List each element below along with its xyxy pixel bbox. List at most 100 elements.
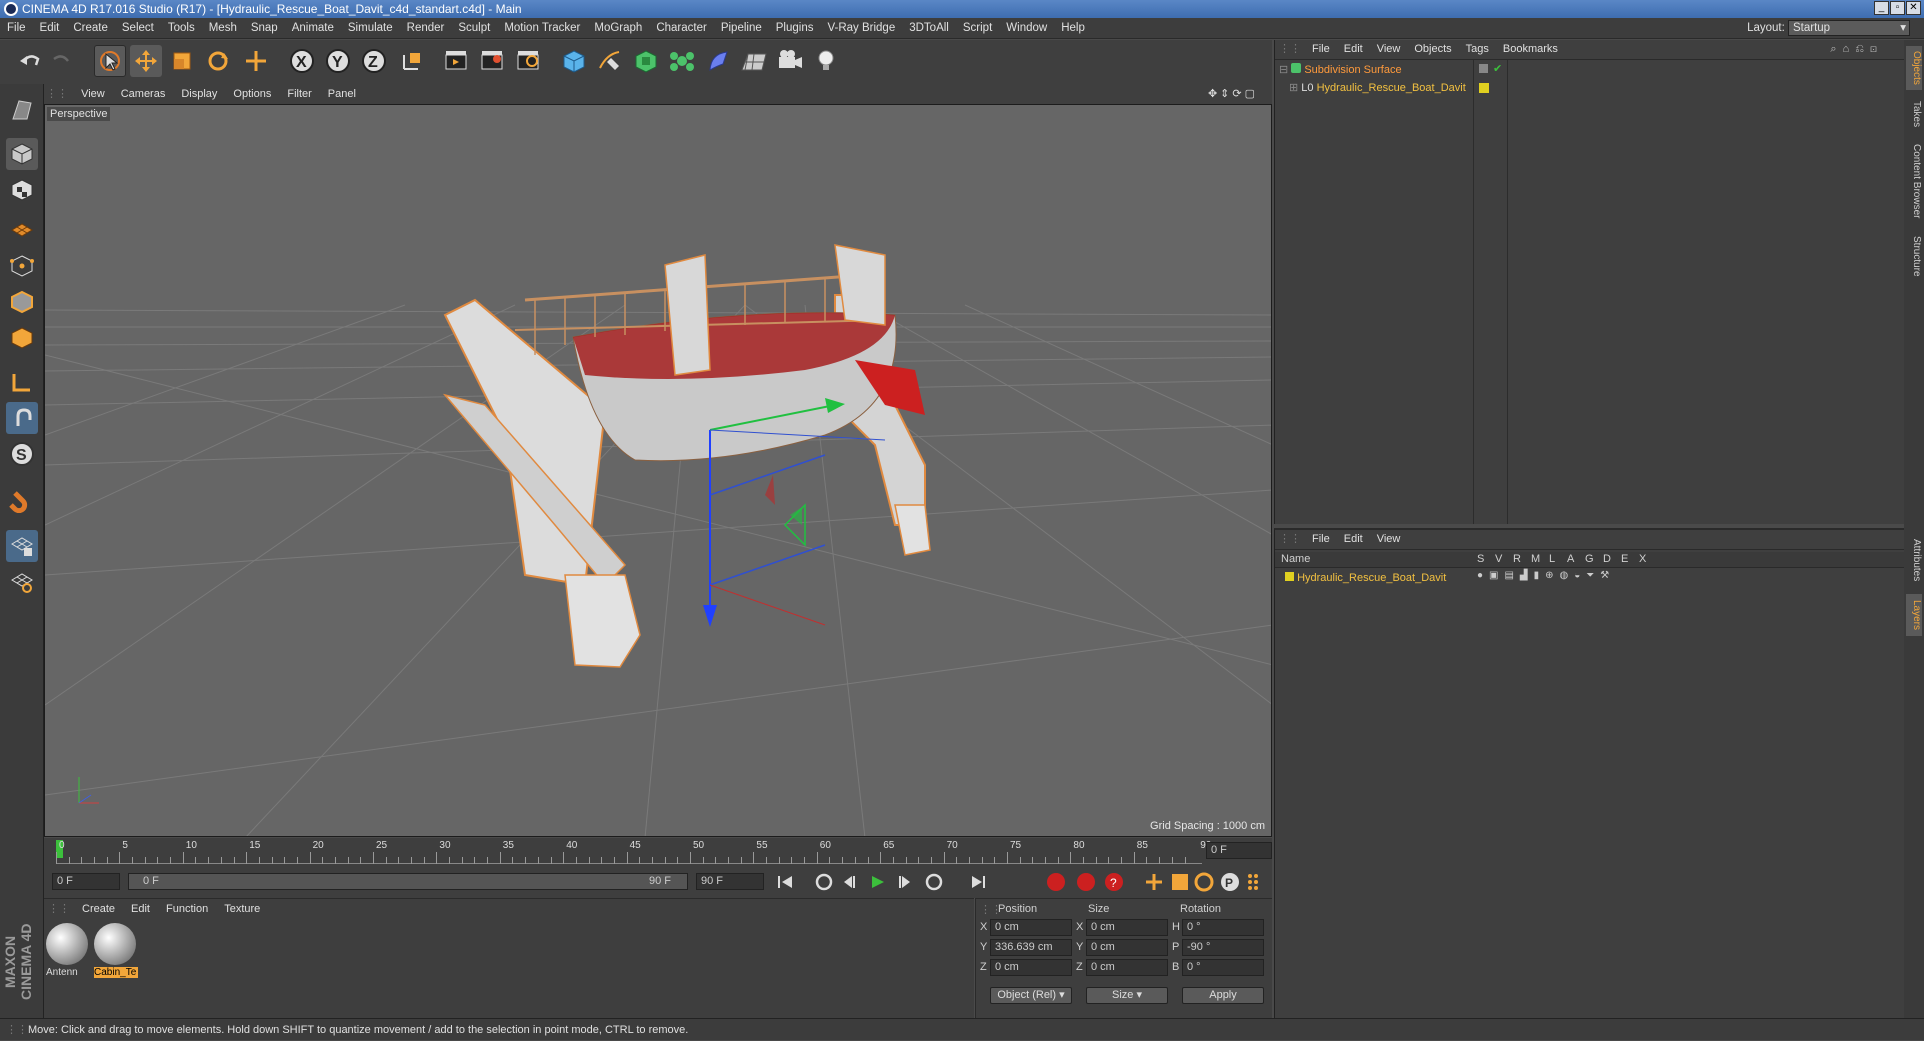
last-tool-button[interactable] (240, 45, 272, 77)
menu-animate[interactable]: Animate (285, 18, 341, 39)
rotation-p-field[interactable]: -90 ° (1182, 939, 1264, 956)
menu-render[interactable]: Render (400, 18, 452, 39)
menu-mesh[interactable]: Mesh (202, 18, 244, 39)
menu-help[interactable]: Help (1054, 18, 1092, 39)
layer-column-header[interactable]: G (1585, 553, 1594, 565)
close-button[interactable]: ✕ (1906, 1, 1921, 15)
layer-column-header[interactable]: X (1639, 553, 1646, 565)
viewport-menu-view[interactable]: View (73, 84, 113, 104)
magnet-button[interactable] (6, 484, 38, 516)
menu-plugins[interactable]: Plugins (769, 18, 821, 39)
material-menu-function[interactable]: Function (158, 903, 216, 915)
size-x-field[interactable]: 0 cm (1086, 919, 1168, 936)
material-menu-edit[interactable]: Edit (123, 903, 158, 915)
scale-tool-button[interactable] (166, 45, 198, 77)
object-menu-file[interactable]: File (1305, 40, 1337, 58)
texture-mode-button[interactable] (6, 174, 38, 206)
position-y-field[interactable]: 336.639 cm (990, 939, 1072, 956)
layer-row[interactable]: Hydraulic_Rescue_Boat_Davit (1285, 570, 1446, 586)
live-selection-button[interactable] (94, 45, 126, 77)
move-tool-button[interactable] (130, 45, 162, 77)
layer-column-header[interactable]: L (1549, 553, 1555, 565)
model-mode-button[interactable] (6, 138, 38, 170)
tab-takes[interactable]: Takes (1906, 96, 1922, 132)
menu-character[interactable]: Character (649, 18, 714, 39)
material-swatch[interactable]: Antenn (46, 923, 90, 983)
render-view-button[interactable] (440, 45, 472, 77)
menu-3dtoall[interactable]: 3DToAll (902, 18, 956, 39)
viewport-nav-icons[interactable]: ✥⇕⟳▢ (1200, 84, 1266, 104)
layer-column-header[interactable]: E (1621, 553, 1628, 565)
menu-motion-tracker[interactable]: Motion Tracker (497, 18, 587, 39)
viewport-menu-display[interactable]: Display (173, 84, 225, 104)
render-settings-button[interactable] (512, 45, 544, 77)
frame-range-slider[interactable]: 0 F 90 F (128, 873, 688, 890)
rotation-b-field[interactable]: 0 ° (1182, 959, 1264, 976)
material-swatch[interactable]: Cabin_Te (94, 923, 138, 983)
redo-button[interactable] (46, 45, 78, 77)
menu-mograph[interactable]: MoGraph (587, 18, 649, 39)
spline-pen-button[interactable] (594, 45, 626, 77)
coordinate-system-button[interactable] (396, 45, 428, 77)
rotate-tool-button[interactable] (202, 45, 234, 77)
object-menu-edit[interactable]: Edit (1337, 40, 1370, 58)
menu-sculpt[interactable]: Sculpt (451, 18, 497, 39)
x-axis-lock-button[interactable]: X (286, 45, 318, 77)
timeline[interactable]: 051015202530354045505560657075808590 0 F (44, 838, 1272, 866)
material-menu-texture[interactable]: Texture (216, 903, 268, 915)
viewport-menu-cameras[interactable]: Cameras (113, 84, 174, 104)
polygons-mode-button[interactable] (6, 322, 38, 354)
object-menu-tags[interactable]: Tags (1459, 40, 1496, 58)
layer-column-header[interactable]: R (1513, 553, 1521, 565)
tab-layers[interactable]: Layers (1906, 594, 1922, 636)
tab-attributes[interactable]: Attributes (1906, 532, 1922, 588)
material-menu-create[interactable]: Create (74, 903, 123, 915)
collapse-icon[interactable]: ⊟ (1279, 64, 1288, 76)
layer-color-swatch[interactable] (1479, 83, 1489, 93)
maximize-button[interactable]: ▫ (1890, 1, 1905, 15)
layer-menu-view[interactable]: View (1370, 530, 1408, 548)
menu-script[interactable]: Script (956, 18, 999, 39)
subdivision-surface-button[interactable] (630, 45, 662, 77)
rotation-h-field[interactable]: 0 ° (1182, 919, 1264, 936)
menu-vray-bridge[interactable]: V-Ray Bridge (820, 18, 902, 39)
edges-mode-button[interactable] (6, 286, 38, 318)
menu-pipeline[interactable]: Pipeline (714, 18, 769, 39)
menu-simulate[interactable]: Simulate (341, 18, 400, 39)
menu-create[interactable]: Create (66, 18, 115, 39)
floor-button[interactable] (738, 45, 770, 77)
cube-primitive-button[interactable] (558, 45, 590, 77)
tab-objects[interactable]: Objects (1906, 46, 1922, 90)
apply-button[interactable]: Apply (1182, 987, 1264, 1004)
object-row-subdivision-surface[interactable]: ⊟ Subdivision Surface (1279, 62, 1402, 78)
axis-mode-button[interactable] (6, 366, 38, 398)
layer-menu-edit[interactable]: Edit (1337, 530, 1370, 548)
object-manager-search-icon[interactable]: ⌕⌂⎌⊡ (1823, 40, 1890, 58)
deformer-button[interactable] (702, 45, 734, 77)
start-frame-field[interactable]: 0 F (52, 873, 120, 890)
menu-select[interactable]: Select (115, 18, 161, 39)
object-menu-view[interactable]: View (1370, 40, 1408, 58)
position-x-field[interactable]: 0 cm (990, 919, 1072, 936)
y-axis-lock-button[interactable]: Y (322, 45, 354, 77)
size-y-field[interactable]: 0 cm (1086, 939, 1168, 956)
layout-dropdown[interactable]: Startup ▾ (1788, 20, 1910, 36)
expand-icon[interactable]: ⊞ (1289, 82, 1298, 94)
position-z-field[interactable]: 0 cm (990, 959, 1072, 976)
menu-tools[interactable]: Tools (161, 18, 202, 39)
enabled-checkmark-icon[interactable]: ✔ (1493, 62, 1502, 75)
minimize-button[interactable]: _ (1874, 1, 1889, 15)
tab-structure[interactable]: Structure (1906, 230, 1922, 282)
points-mode-button[interactable] (6, 250, 38, 282)
snapping-button[interactable]: S (6, 438, 38, 470)
layer-column-header[interactable]: S (1477, 553, 1484, 565)
undo-button[interactable] (14, 45, 46, 77)
object-menu-bookmarks[interactable]: Bookmarks (1496, 40, 1565, 58)
viewport-menu-options[interactable]: Options (225, 84, 279, 104)
viewport-menu-filter[interactable]: Filter (279, 84, 319, 104)
camera-button[interactable] (774, 45, 806, 77)
cloner-button[interactable] (666, 45, 698, 77)
workplane-lock-button[interactable] (6, 566, 38, 598)
size-mode-dropdown[interactable]: Size ▾ (1086, 987, 1168, 1004)
layer-column-header[interactable]: A (1567, 553, 1574, 565)
